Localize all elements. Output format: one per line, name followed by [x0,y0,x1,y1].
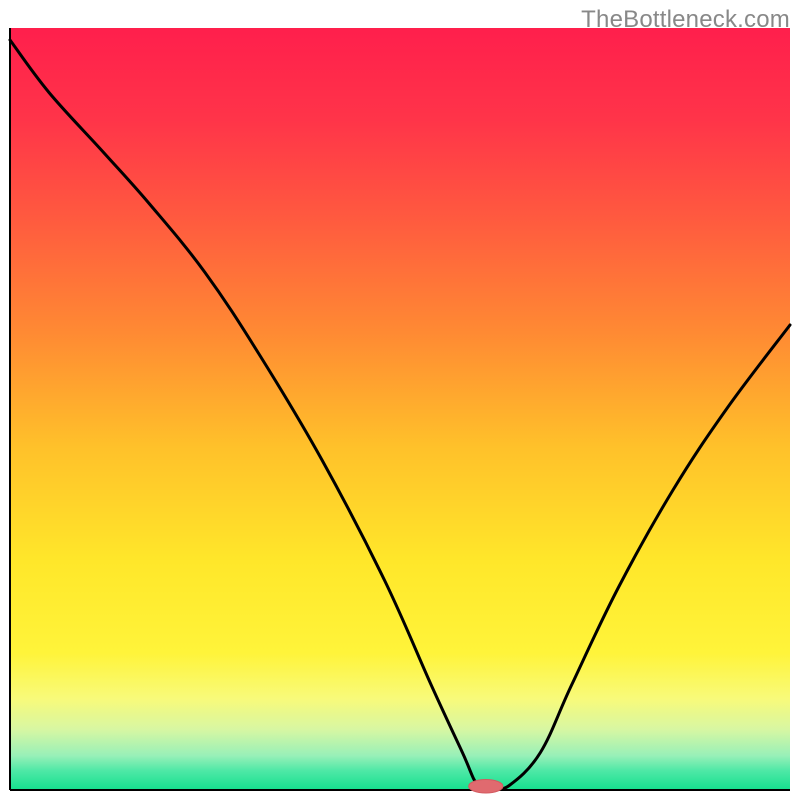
gradient-background [10,28,790,790]
watermark-label: TheBottleneck.com [581,6,790,34]
optimum-marker [469,780,503,794]
chart-stage: TheBottleneck.com [0,0,800,800]
bottleneck-plot [0,0,800,800]
